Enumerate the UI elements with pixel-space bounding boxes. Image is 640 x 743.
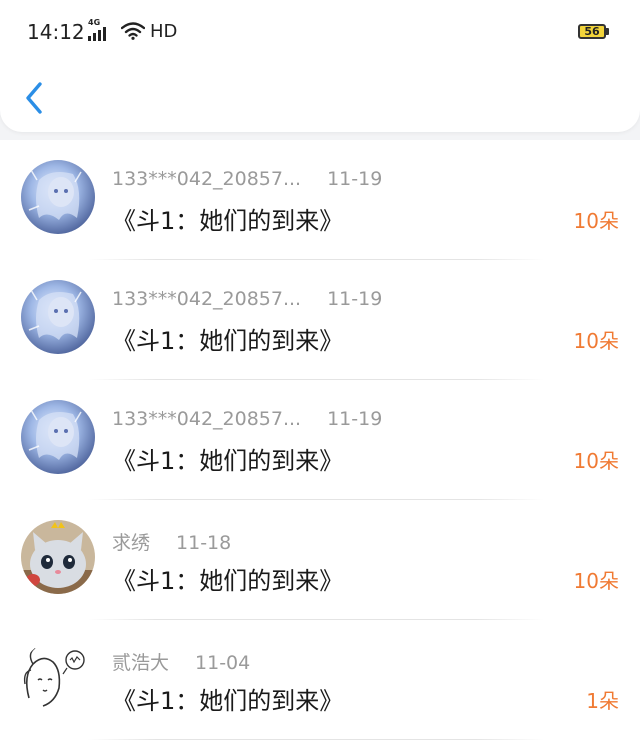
item-meta: 133***042_20857... 11-19 bbox=[112, 408, 382, 430]
flower-count: 1朵 bbox=[586, 689, 619, 713]
username: 133***042_20857... bbox=[112, 288, 302, 310]
book-title: 《斗1：她们的到来》 bbox=[112, 447, 344, 475]
book-title: 《斗1：她们的到来》 bbox=[112, 567, 344, 595]
back-button[interactable] bbox=[22, 80, 48, 116]
signal-icon: 4G bbox=[88, 18, 106, 41]
gift-record-list: 133***042_20857... 11-19 《斗1：她们的到来》 10朵 1… bbox=[0, 140, 640, 743]
username: 133***042_20857... bbox=[112, 168, 302, 190]
book-title: 《斗1：她们的到来》 bbox=[112, 327, 344, 355]
item-meta: 133***042_20857... 11-19 bbox=[112, 288, 382, 310]
user-avatar[interactable] bbox=[21, 280, 95, 354]
user-avatar[interactable] bbox=[21, 400, 95, 474]
username: 133***042_20857... bbox=[112, 408, 302, 430]
list-item[interactable]: 求绣 11-18 《斗1：她们的到来》 10朵 bbox=[0, 500, 640, 620]
item-meta: 贰浩大 11-04 bbox=[112, 648, 250, 675]
user-avatar[interactable] bbox=[21, 520, 95, 594]
list-item[interactable]: 贰浩大 11-04 《斗1：她们的到来》 1朵 bbox=[0, 620, 640, 740]
wifi-icon bbox=[120, 22, 146, 44]
username: 求绣 bbox=[112, 532, 151, 554]
item-date: 11-19 bbox=[327, 408, 383, 430]
battery-level: 56 bbox=[584, 25, 600, 38]
flower-count: 10朵 bbox=[573, 569, 619, 593]
list-item[interactable]: 133***042_20857... 11-19 《斗1：她们的到来》 10朵 bbox=[0, 380, 640, 500]
book-title: 《斗1：她们的到来》 bbox=[112, 687, 344, 715]
battery-icon: 56 bbox=[578, 24, 606, 39]
item-date: 11-19 bbox=[327, 288, 383, 310]
user-avatar[interactable] bbox=[21, 160, 95, 234]
user-avatar[interactable] bbox=[21, 640, 95, 714]
item-date: 11-18 bbox=[176, 532, 232, 554]
book-title: 《斗1：她们的到来》 bbox=[112, 207, 344, 235]
item-date: 11-04 bbox=[195, 652, 251, 674]
username: 贰浩大 bbox=[112, 652, 170, 674]
status-bar: 14:12 4G HD 56 bbox=[0, 0, 640, 64]
flower-count: 10朵 bbox=[573, 209, 619, 233]
chevron-left-icon bbox=[26, 82, 42, 114]
hd-label: HD bbox=[150, 21, 178, 42]
flower-count: 10朵 bbox=[573, 449, 619, 473]
divider bbox=[88, 739, 544, 740]
flower-count: 10朵 bbox=[573, 329, 619, 353]
list-item[interactable]: 133***042_20857... 11-19 《斗1：她们的到来》 10朵 bbox=[0, 260, 640, 380]
top-bar: 14:12 4G HD 56 bbox=[0, 0, 640, 132]
item-meta: 求绣 11-18 bbox=[112, 528, 231, 555]
network-type-label: 4G bbox=[88, 18, 101, 27]
item-date: 11-19 bbox=[327, 168, 383, 190]
status-time: 14:12 bbox=[27, 20, 85, 44]
item-meta: 133***042_20857... 11-19 bbox=[112, 168, 382, 190]
list-item[interactable]: 133***042_20857... 11-19 《斗1：她们的到来》 10朵 bbox=[0, 140, 640, 260]
